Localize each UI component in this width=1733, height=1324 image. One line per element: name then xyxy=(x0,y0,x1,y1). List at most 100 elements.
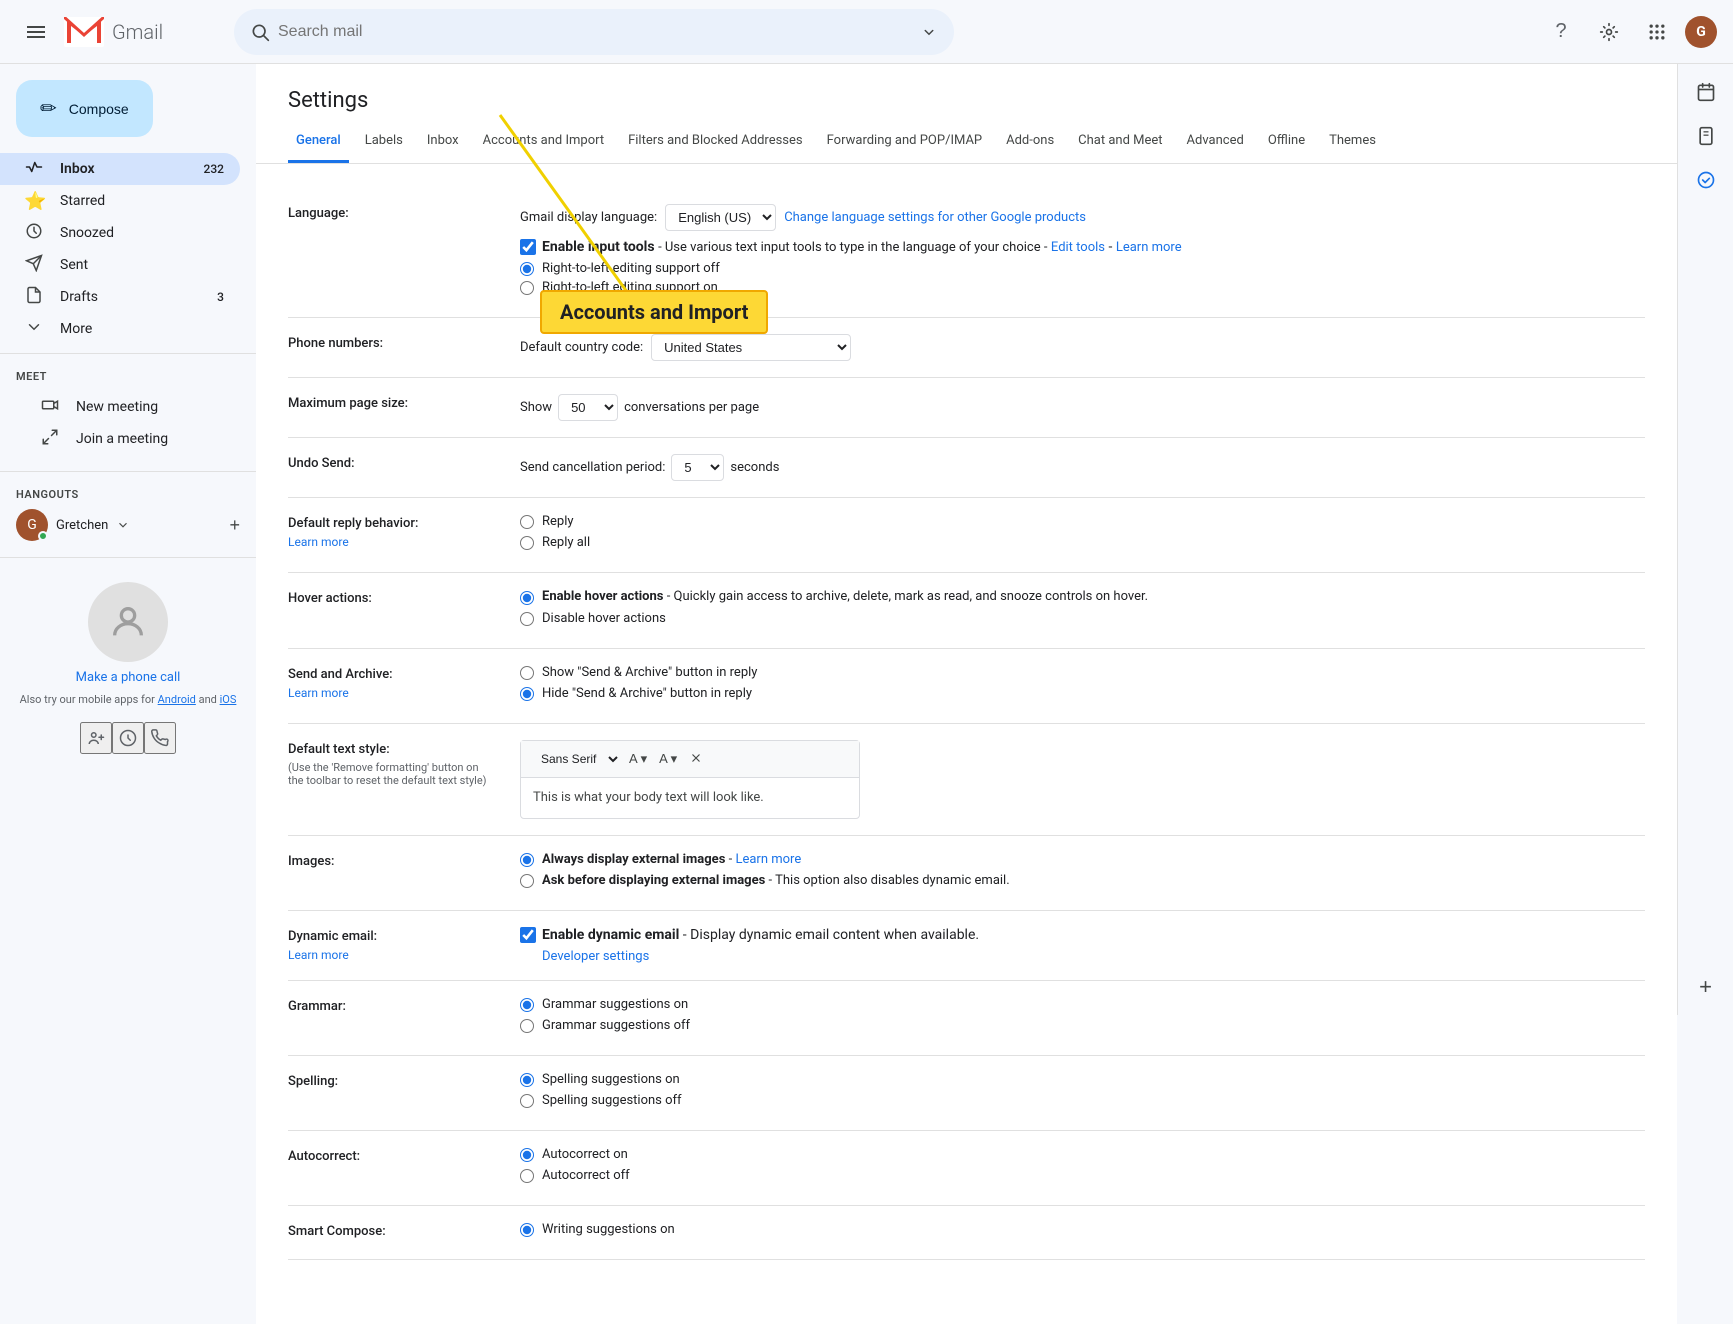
reply-controls: Reply Reply all xyxy=(520,514,1645,556)
online-status-dot xyxy=(38,531,48,541)
add-icon[interactable]: + xyxy=(1686,967,1726,1007)
sidebar-item-starred[interactable]: ⭐ Starred xyxy=(0,185,240,217)
tab-chat[interactable]: Chat and Meet xyxy=(1070,121,1170,163)
font-size-button[interactable]: A ▾ xyxy=(625,749,651,769)
ask-display-radio[interactable] xyxy=(520,874,534,888)
keep-icon[interactable] xyxy=(1686,116,1726,156)
hangouts-user-name: Gretchen xyxy=(56,518,108,533)
apps-button[interactable] xyxy=(1637,12,1677,52)
sidebar-item-sent[interactable]: Sent xyxy=(0,249,240,281)
sidebar-item-new-meeting[interactable]: New meeting xyxy=(16,391,240,423)
settings-button[interactable] xyxy=(1589,12,1629,52)
add-contact-icon[interactable] xyxy=(80,722,112,754)
sidebar-item-inbox[interactable]: Inbox 232 xyxy=(0,153,240,185)
nav-divider-3 xyxy=(0,557,256,558)
ios-link[interactable]: iOS xyxy=(220,693,237,706)
phone-row: Phone numbers: Default country code: Uni… xyxy=(288,318,1645,378)
text-style-row: Default text style: (Use the 'Remove for… xyxy=(288,724,1645,836)
more-icon xyxy=(24,318,44,341)
language-select[interactable]: English (US) xyxy=(665,204,776,231)
grammar-off-radio[interactable] xyxy=(520,1019,534,1033)
send-archive-label: Send and Archive: Learn more xyxy=(288,665,488,700)
text-style-label: Default text style: (Use the 'Remove for… xyxy=(288,740,488,787)
compose-label: Compose xyxy=(69,101,129,117)
remove-formatting-button[interactable] xyxy=(685,749,707,770)
page-size-select[interactable]: 50 25 100 xyxy=(558,394,618,421)
reply-row: Default reply behavior: Learn more Reply… xyxy=(288,498,1645,573)
developer-settings-link[interactable]: Developer settings xyxy=(542,949,1645,964)
tab-inbox[interactable]: Inbox xyxy=(419,121,467,163)
calendar-icon[interactable] xyxy=(1686,72,1726,112)
rtl-off-radio[interactable] xyxy=(520,262,534,276)
tab-general[interactable]: General xyxy=(288,121,349,163)
sidebar-item-join-meeting[interactable]: Join a meeting xyxy=(16,423,240,455)
tab-themes[interactable]: Themes xyxy=(1321,121,1384,163)
spelling-on-radio[interactable] xyxy=(520,1073,534,1087)
hide-send-archive-radio[interactable] xyxy=(520,687,534,701)
sidebar-item-more[interactable]: More xyxy=(0,313,240,345)
phone-cta-link[interactable]: Make a phone call xyxy=(76,670,181,685)
font-select[interactable]: Sans Serif xyxy=(529,747,621,771)
hover-label: Hover actions: xyxy=(288,589,488,606)
enable-hover-radio[interactable] xyxy=(520,591,534,605)
sidebar-item-drafts[interactable]: Drafts 3 xyxy=(0,281,240,313)
avatar[interactable]: G xyxy=(1685,16,1717,48)
change-language-link[interactable]: Change language settings for other Googl… xyxy=(784,210,1086,225)
autocorrect-off-radio[interactable] xyxy=(520,1169,534,1183)
input-tools-learn-more[interactable]: Learn more xyxy=(1116,240,1182,255)
starred-icon: ⭐ xyxy=(24,191,44,212)
hangouts-avatar: G xyxy=(16,509,48,541)
sidebar-drafts-label: Drafts xyxy=(60,289,201,305)
disable-hover-label: Disable hover actions xyxy=(520,611,1645,626)
images-controls: Always display external images - Learn m… xyxy=(520,852,1645,894)
tab-advanced[interactable]: Advanced xyxy=(1179,121,1252,163)
tab-filters[interactable]: Filters and Blocked Addresses xyxy=(620,121,811,163)
disable-hover-radio[interactable] xyxy=(520,612,534,626)
tab-offline[interactable]: Offline xyxy=(1260,121,1313,163)
tab-accounts[interactable]: Accounts and Import xyxy=(475,121,612,163)
grammar-on-radio[interactable] xyxy=(520,998,534,1012)
android-link[interactable]: Android xyxy=(158,693,196,706)
enable-input-tools-checkbox[interactable] xyxy=(520,239,536,255)
compose-button[interactable]: ✏ Compose xyxy=(16,80,153,137)
sidebar-item-snoozed[interactable]: Snoozed xyxy=(0,217,240,249)
add-hangout-button[interactable]: + xyxy=(229,515,240,536)
tab-forwarding[interactable]: Forwarding and POP/IMAP xyxy=(819,121,991,163)
always-display-label: Always display external images - Learn m… xyxy=(520,852,1645,867)
search-dropdown-icon[interactable] xyxy=(920,23,938,41)
send-archive-learn-more[interactable]: Learn more xyxy=(288,686,488,700)
autocorrect-on-label: Autocorrect on xyxy=(520,1147,1645,1162)
reply-radio[interactable] xyxy=(520,515,534,529)
tasks-icon[interactable] xyxy=(1686,160,1726,200)
dynamic-email-learn-more[interactable]: Learn more xyxy=(288,948,488,962)
rtl-on-radio[interactable] xyxy=(520,281,534,295)
tab-addons[interactable]: Add-ons xyxy=(998,121,1062,163)
reply-all-radio-label: Reply all xyxy=(520,535,1645,550)
text-style-editor: Sans Serif A ▾ A ▾ This is what your bod… xyxy=(520,740,860,819)
nav-divider-2 xyxy=(0,471,256,472)
voicemail-icon[interactable] xyxy=(112,722,144,754)
help-button[interactable]: ? xyxy=(1541,12,1581,52)
search-bar xyxy=(234,9,954,55)
phone-icon[interactable] xyxy=(144,722,176,754)
show-send-archive-radio[interactable] xyxy=(520,666,534,680)
tab-labels[interactable]: Labels xyxy=(357,121,411,163)
search-input[interactable] xyxy=(278,23,912,41)
reply-learn-more[interactable]: Learn more xyxy=(288,535,488,549)
menu-button[interactable] xyxy=(16,12,56,52)
left-sidebar: ✏ Compose Inbox 232 ⭐ Starred Snoozed Se… xyxy=(0,64,256,1015)
images-learn-more[interactable]: Learn more xyxy=(735,852,801,867)
hangouts-user[interactable]: G Gretchen + xyxy=(16,509,240,541)
spelling-off-radio[interactable] xyxy=(520,1094,534,1108)
autocorrect-on-radio[interactable] xyxy=(520,1148,534,1162)
smart-compose-on-radio[interactable] xyxy=(520,1223,534,1237)
cancellation-period-select[interactable]: 5 10 20 30 xyxy=(671,454,724,481)
edit-tools-link[interactable]: Edit tools xyxy=(1051,240,1105,255)
country-code-select[interactable]: United States xyxy=(651,334,851,361)
font-color-button[interactable]: A ▾ xyxy=(655,749,681,769)
always-display-radio[interactable] xyxy=(520,853,534,867)
drafts-icon xyxy=(24,286,44,309)
compose-plus-icon: ✏ xyxy=(40,96,57,121)
reply-all-radio[interactable] xyxy=(520,536,534,550)
dynamic-email-checkbox[interactable] xyxy=(520,927,536,943)
